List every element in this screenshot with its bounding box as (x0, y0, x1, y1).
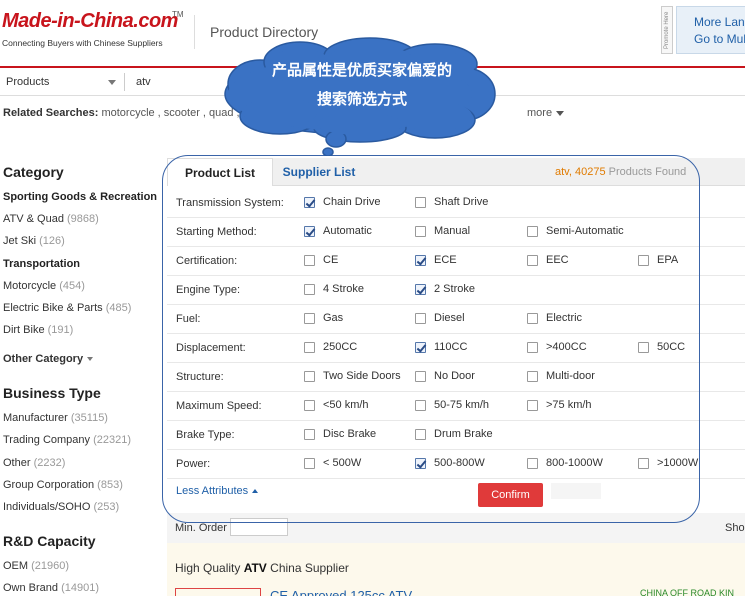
category-item[interactable]: ATV & Quad (9868) (3, 213, 99, 225)
rd-capacity-label: OEM (3, 560, 29, 572)
annotation-highlight-outline (162, 155, 700, 523)
category-item-label: Motorcycle (3, 280, 57, 292)
business-type-label: Trading Company (3, 434, 91, 446)
business-type-count: (253) (93, 501, 120, 513)
more-languages-link[interactable]: More Lang (694, 15, 745, 29)
business-type-count: (853) (97, 479, 123, 491)
category-item[interactable]: Sporting Goods & Recreation (3, 191, 157, 203)
promote-here-tab[interactable]: Promote Here (661, 6, 673, 54)
logo-trademark: TM (172, 10, 184, 19)
category-item[interactable]: Jet Ski (126) (3, 235, 65, 247)
category-item[interactable]: Motorcycle (454) (3, 280, 85, 292)
category-item-label: Jet Ski (3, 235, 37, 247)
category-heading: Category (3, 164, 64, 180)
annotation-line-2: 搜索筛选方式 (316, 90, 407, 108)
rd-capacity-count: (14901) (61, 582, 100, 594)
product-thumbnail[interactable] (175, 588, 261, 596)
business-type-item[interactable]: Trading Company (22321) (3, 434, 131, 446)
business-type-item[interactable]: Manufacturer (35115) (3, 412, 108, 424)
business-type-item[interactable]: Other (2232) (3, 457, 65, 469)
business-type-label: Other (3, 457, 31, 469)
rd-capacity-heading: R&D Capacity (3, 533, 96, 549)
category-item-count: (485) (105, 302, 132, 314)
business-type-label: Group Corporation (3, 479, 95, 491)
category-item[interactable]: Electric Bike & Parts (485) (3, 302, 131, 314)
high-quality-text: High Quality ATV China Supplier (175, 561, 349, 575)
category-item-count: (454) (59, 280, 85, 292)
business-type-heading: Business Type (3, 385, 101, 401)
multi-language-link[interactable]: Go to Mult (694, 32, 745, 46)
category-item-label: Sporting Goods & Recreation (3, 191, 158, 203)
search-input[interactable]: atv (136, 76, 151, 88)
category-item[interactable]: Transportation (3, 258, 80, 270)
category-item[interactable]: Dirt Bike (191) (3, 324, 73, 336)
rd-capacity-item[interactable]: OEM (21960) (3, 560, 69, 572)
annotation-line-1: 产品属性是优质买家偏爱的 (271, 61, 452, 79)
category-item-label: Transportation (3, 258, 81, 270)
category-item-label: Dirt Bike (3, 324, 45, 336)
chevron-down-icon (87, 357, 94, 362)
annotation-text: 产品属性是优质买家偏爱的 搜索筛选方式 (232, 56, 492, 114)
show-label: Sho (725, 522, 745, 534)
business-type-item[interactable]: Group Corporation (853) (3, 479, 123, 491)
product-title-link[interactable]: CE Approved 125cc ATV (270, 588, 412, 596)
category-item-count: (191) (47, 324, 74, 336)
business-type-label: Manufacturer (3, 412, 68, 424)
business-type-label: Individuals/SOHO (3, 501, 91, 513)
logo-slogan: Connecting Buyers with Chinese Suppliers (2, 38, 163, 48)
language-box[interactable]: More Lang Go to Mult (676, 6, 745, 54)
rd-capacity-label: Own Brand (3, 582, 59, 594)
min-order-label: Min. Order : (175, 522, 234, 534)
hq-prefix: High Quality (175, 561, 244, 575)
related-searches-label: Related Searches: (3, 107, 99, 119)
category-item-count: (9868) (67, 213, 99, 225)
chevron-down-icon[interactable] (108, 80, 116, 85)
business-type-count: (22321) (93, 434, 132, 446)
business-type-item[interactable]: Individuals/SOHO (253) (3, 501, 119, 513)
category-item-label: ATV & Quad (3, 213, 64, 225)
category-item-count: (126) (39, 235, 65, 247)
category-item-label: Electric Bike & Parts (3, 302, 103, 314)
other-category-toggle[interactable]: Other Category (3, 353, 94, 365)
rd-capacity-count: (21960) (31, 560, 70, 572)
other-category-label: Other Category (3, 353, 84, 365)
header-divider (194, 15, 195, 49)
supplier-name-link[interactable]: CHINA OFF ROAD KIN (640, 588, 734, 596)
search-category-select[interactable]: Products (6, 76, 49, 88)
business-type-count: (2232) (33, 457, 66, 469)
logo-text: Made-in-China.com (2, 10, 178, 32)
hq-suffix: China Supplier (266, 561, 349, 575)
business-type-count: (35115) (70, 412, 108, 424)
hq-keyword: ATV (243, 561, 267, 575)
related-searches: Related Searches: motorcycle , scooter ,… (3, 107, 255, 119)
search-separator (124, 73, 125, 91)
rd-capacity-item[interactable]: Own Brand (14901) (3, 582, 99, 594)
site-logo[interactable]: Made-in-China.com TM Connecting Buyers w… (2, 10, 184, 48)
